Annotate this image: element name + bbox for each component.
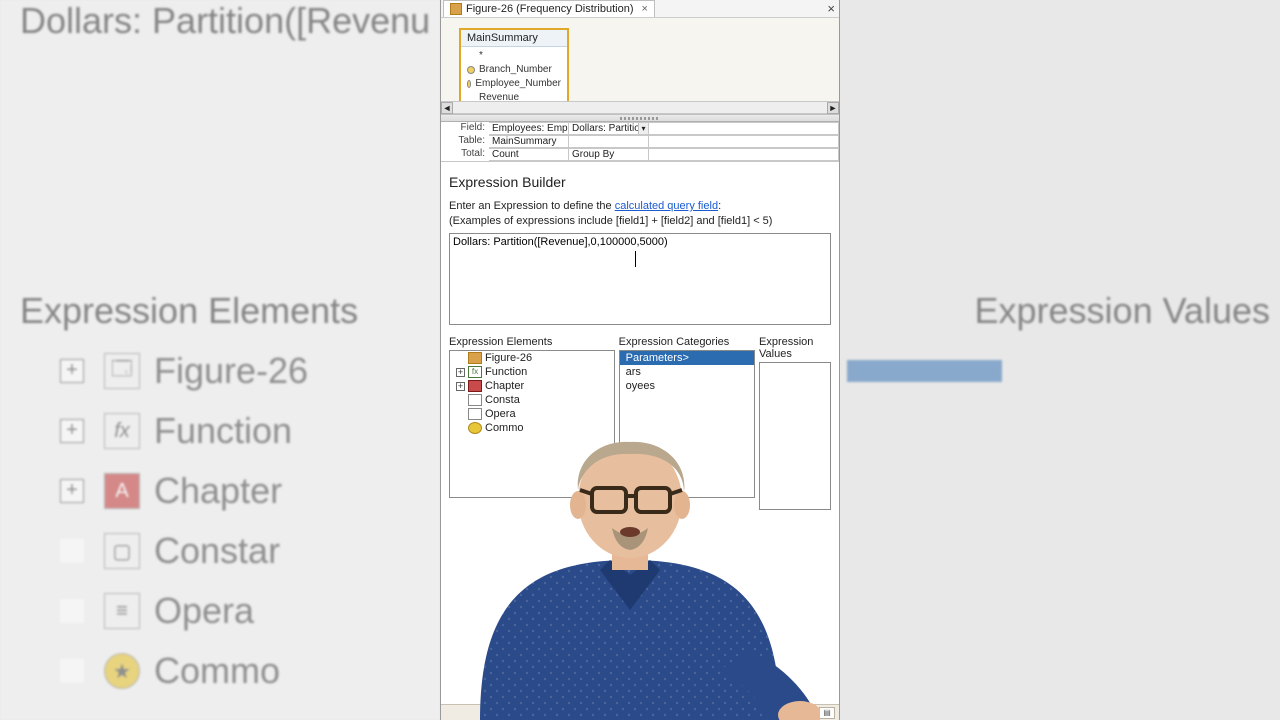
qbe-table-label: Table: [441,135,489,148]
qbe-field-label: Field: [441,122,489,135]
tree-item-chapter[interactable]: +Chapter [450,379,614,393]
category-employees[interactable]: oyees [620,379,754,393]
bg-item-figure26: +🗔Figure-26 [60,350,440,392]
tree-item-common[interactable]: Commo [450,421,614,435]
category-dollars[interactable]: ars [620,365,754,379]
key-icon [467,80,471,88]
view-sql-button[interactable]: SQL [797,707,813,719]
database-icon [468,380,482,392]
expression-categories-column: Expression Categories Parameters> ars oy… [619,336,755,510]
tree-item-figure26[interactable]: Figure-26 [450,351,614,365]
bg-item-operators: ≡Opera [60,590,440,632]
pane-splitter[interactable] [441,114,839,122]
qbe-field-col3[interactable] [649,122,839,135]
elements-tree[interactable]: Figure-26 +fxFunction +Chapter Consta Op… [449,350,615,498]
constants-icon [468,394,482,406]
elements-header: Expression Elements [449,336,615,348]
qbe-field-col1[interactable]: Employees: Employee [489,122,569,135]
expression-input[interactable] [449,233,831,325]
query-icon [468,352,482,364]
fx-icon: fx [468,366,482,378]
qbe-total-col1[interactable]: Count [489,148,569,161]
access-window: Figure-26 (Frequency Distribution) × × M… [440,0,840,720]
table-title: MainSummary [461,30,567,47]
table-field-branch[interactable]: Branch_Number [467,63,561,77]
expression-elements-column: Expression Elements Figure-26 +fxFunctio… [449,336,615,510]
document-tab-bar: Figure-26 (Frequency Distribution) × × [441,0,839,18]
tab-title: Figure-26 (Frequency Distribution) [466,3,634,15]
eb-subtitle: Enter an Expression to define the calcul… [449,200,831,212]
bg-item-common: ★Commo [60,650,440,692]
expression-builder: Expression Builder Enter an Expression t… [441,162,839,510]
bg-values-header: Expression Values [975,290,1271,332]
background-blur-tree: Dollars: Partition([Revenu Expression El… [0,0,440,720]
scroll-right-icon[interactable]: ► [827,102,839,114]
qbe-table-col2[interactable] [569,135,649,148]
table-mainsummary[interactable]: MainSummary * Branch_Number Employee_Num… [459,28,569,109]
category-parameters[interactable]: Parameters> [620,351,754,365]
close-icon[interactable]: × [642,3,648,15]
view-datasheet-button[interactable]: ▦ [775,707,791,719]
star-icon [468,422,482,434]
bg-values-selection [847,360,1002,382]
expand-icon[interactable]: + [456,382,465,391]
qbe-total-col3[interactable] [649,148,839,161]
status-lock: ock [753,707,769,718]
qbe-field-col2[interactable]: Dollars: Partition([▾ [569,122,649,135]
eb-title: Expression Builder [449,174,831,190]
values-header: Expression Values [759,336,831,360]
query-icon [450,3,462,15]
bg-top-expression: Dollars: Partition([Revenu [20,0,430,42]
bg-elements-header: Expression Elements [20,290,440,332]
categories-list[interactable]: Parameters> ars oyees [619,350,755,498]
hscrollbar[interactable]: ◄ ► [441,101,839,113]
qbe-total-label: Total: [441,148,489,161]
tree-item-operators[interactable]: Opera [450,407,614,421]
bg-item-function: +fxFunction [60,410,440,452]
expand-icon[interactable]: + [456,368,465,377]
query-tab[interactable]: Figure-26 (Frequency Distribution) × [443,0,655,17]
key-icon [467,66,475,74]
qbe-total-col2[interactable]: Group By [569,148,649,161]
scroll-left-icon[interactable]: ◄ [441,102,453,114]
tree-item-constants[interactable]: Consta [450,393,614,407]
tree-item-functions[interactable]: +fxFunction [450,365,614,379]
status-bar: ock ▦ SQL ▤ [441,704,839,720]
window-close-icon[interactable]: × [827,1,835,16]
bg-item-constants: ▢Constar [60,530,440,572]
text-cursor [635,251,636,267]
qbe-table-col1[interactable]: MainSummary [489,135,569,148]
operators-icon [468,408,482,420]
dropdown-icon[interactable]: ▾ [638,123,648,135]
table-star-row[interactable]: * [467,49,561,63]
qbe-table-col3[interactable] [649,135,839,148]
eb-examples: (Examples of expressions include [field1… [449,215,831,227]
expression-values-column: Expression Values [759,336,831,510]
categories-header: Expression Categories [619,336,755,348]
view-design-button[interactable]: ▤ [819,707,835,719]
values-list[interactable] [759,362,831,510]
calculated-field-link[interactable]: calculated query field [615,200,718,212]
qbe-grid: Field: Employees: Employee Dollars: Part… [441,122,839,162]
table-field-employee[interactable]: Employee_Number [467,77,561,91]
bg-item-chapter: +AChapter [60,470,440,512]
query-tables-pane: MainSummary * Branch_Number Employee_Num… [441,18,839,114]
